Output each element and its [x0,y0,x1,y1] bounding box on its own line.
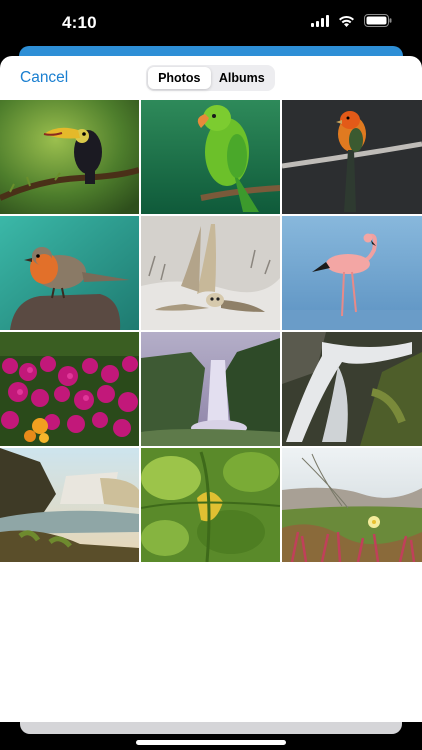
picker-nav-bar: Cancel Photos Albums [0,56,422,100]
cancel-button[interactable]: Cancel [20,69,68,87]
photo-owl-in-flight[interactable] [141,216,280,330]
photo-coastal-plants[interactable] [282,448,422,562]
photo-grid [0,100,422,562]
status-bar: 4:10 [0,0,422,44]
photo-waterfall-cliff[interactable] [0,448,139,562]
bottom-sheet-edge [20,722,402,734]
photo-waterfall-valley[interactable] [141,332,280,446]
photo-toucan[interactable] [0,100,139,214]
home-indicator[interactable] [136,740,286,745]
photo-green-leaves[interactable] [141,448,280,562]
photo-robin[interactable] [0,216,139,330]
status-icons [311,14,392,32]
wifi-icon [338,14,355,32]
photo-flamingo[interactable] [282,216,422,330]
signal-icon [311,14,329,32]
photo-orange-bird-on-branch[interactable] [282,100,422,214]
source-segmented-control: Photos Albums [146,65,275,91]
battery-icon [364,14,392,32]
photo-green-parrot[interactable] [141,100,280,214]
bottom-area [0,722,422,750]
tab-photos[interactable]: Photos [148,67,211,89]
status-time: 4:10 [62,13,97,32]
photo-pink-flowers[interactable] [0,332,139,446]
tab-albums[interactable]: Albums [211,67,274,89]
photo-waterfall-rocks[interactable] [282,332,422,446]
photo-picker-sheet: Cancel Photos Albums [0,56,422,722]
